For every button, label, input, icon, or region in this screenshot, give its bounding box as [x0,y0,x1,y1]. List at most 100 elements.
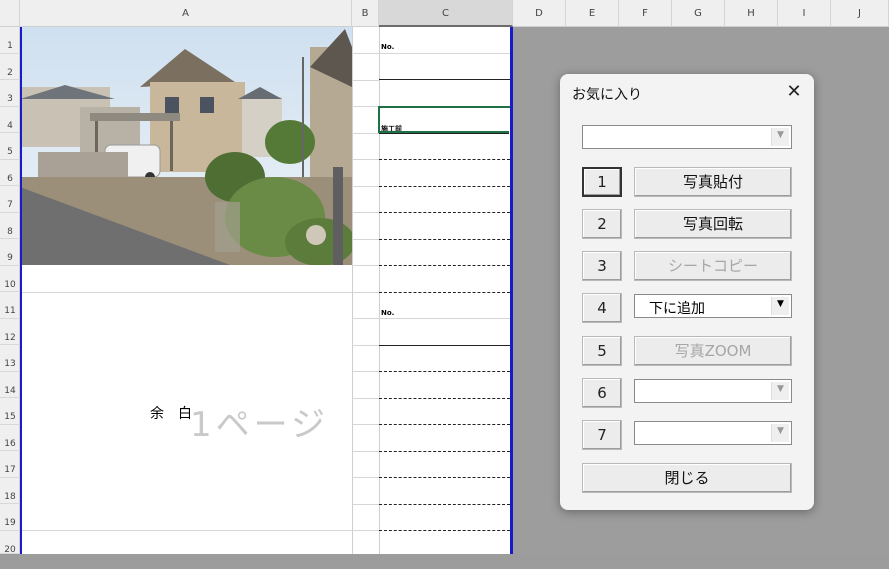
photo-zoom-button[interactable]: 写真ZOOM [634,336,792,366]
grid-line [352,451,379,452]
row-header[interactable]: 5 [0,133,20,160]
row-label: 9 [7,253,13,263]
column-label: D [535,8,543,19]
close-icon[interactable]: ✕ [782,80,806,104]
column-header-g[interactable]: G [672,0,725,27]
row-header[interactable]: 2 [0,54,20,80]
column-label: I [802,8,806,19]
chevron-down-icon[interactable]: ▼ [771,297,789,315]
row-header[interactable]: 18 [0,478,20,504]
dotted-line [379,530,510,531]
column-label: B [361,8,369,19]
slot-6-button[interactable]: 6 [582,378,622,408]
close-button[interactable]: 閉じる [582,463,792,493]
slot-5-button[interactable]: 5 [582,336,622,366]
row-label: 20 [4,544,16,555]
rotate-photo-button[interactable]: 写真回転 [634,209,792,239]
column-header-f[interactable]: F [619,0,672,27]
grid-line [20,530,352,531]
page-border [20,27,22,554]
column-header-bar: A B C D E F G H I J [0,0,889,27]
column-header-c[interactable]: C [379,0,513,27]
grid-line [352,424,379,425]
row-header[interactable]: 16 [0,425,20,451]
row-header[interactable]: 13 [0,345,20,372]
selected-cell-c4[interactable] [378,106,512,133]
grid-line [20,292,352,293]
slot-3-button[interactable]: 3 [582,251,622,281]
slot-7-button[interactable]: 7 [582,420,622,450]
rule-line [379,79,510,80]
grid-line [352,504,379,505]
row-header[interactable]: 1 [0,27,20,54]
sheet-copy-button[interactable]: シートコピー [634,251,792,281]
row-header[interactable]: 6 [0,160,20,186]
row-header[interactable]: 15 [0,398,20,425]
row-header[interactable]: 10 [0,266,20,292]
paste-photo-button[interactable]: 写真貼付 [634,167,792,197]
grid-line [379,53,510,54]
worksheet-grid[interactable]: No. 施工前 No. 余 白 1ページ [20,27,513,554]
select-all-corner[interactable] [0,0,20,27]
chevron-down-icon[interactable]: ▼ [771,128,789,146]
site-photo[interactable] [20,27,352,265]
row-header[interactable]: 14 [0,372,20,398]
add-below-combo[interactable]: 下に追加 ▼ [634,294,792,318]
row-label: 18 [4,491,16,502]
row-header[interactable]: 12 [0,319,20,345]
slot-6-combo[interactable]: ▼ [634,379,792,403]
slot-7-combo[interactable]: ▼ [634,421,792,445]
dotted-line [379,398,510,399]
slot-2-button[interactable]: 2 [582,209,622,239]
row-label: 3 [7,94,13,104]
row-header[interactable]: 20 [0,531,20,555]
grid-line [352,292,379,293]
grid-line [379,318,510,319]
favorite-select-combo[interactable]: ▼ [582,125,792,149]
chevron-down-icon[interactable]: ▼ [771,424,789,442]
grid-line [352,530,379,531]
dialog-title: お気に入り [572,87,642,103]
column-label: G [694,8,702,19]
column-header-a[interactable]: A [20,0,352,27]
row-label: 2 [7,67,13,78]
grid-line [352,106,379,107]
column-header-e[interactable]: E [566,0,619,27]
dotted-line [379,159,510,160]
dotted-line [379,186,510,187]
row-header[interactable]: 9 [0,239,20,266]
grid-line [352,265,379,266]
page-watermark: 1ページ [190,405,329,445]
grid-line [352,212,379,213]
row-label: 14 [4,385,16,396]
slot-1-button[interactable]: 1 [582,167,622,197]
dotted-line [379,371,510,372]
label-no: No. [381,43,395,51]
column-header-d[interactable]: D [513,0,566,27]
dotted-line [379,451,510,452]
row-header[interactable]: 8 [0,213,20,239]
column-header-i[interactable]: I [778,0,831,27]
dotted-line [379,292,510,293]
row-label: 8 [7,226,13,237]
row-header[interactable]: 19 [0,504,20,531]
row-header[interactable]: 4 [0,107,20,133]
favorites-dialog: お気に入り ✕ ▼ 1 写真貼付 2 写真回転 3 シートコピー 4 下に追加 … [560,74,814,510]
column-header-j[interactable]: J [831,0,889,27]
combo-value: 下に追加 [649,301,705,317]
row-header[interactable]: 3 [0,80,20,107]
row-header-bar: 1 2 3 4 5 6 7 8 9 10 11 12 13 14 15 16 1… [0,27,20,555]
column-header-h[interactable]: H [725,0,778,27]
row-header[interactable]: 7 [0,186,20,213]
slot-4-button[interactable]: 4 [582,293,622,323]
label-no: No. [381,309,395,317]
rule-line [379,133,510,134]
row-header[interactable]: 11 [0,292,20,319]
column-header-b[interactable]: B [352,0,379,27]
row-label: 17 [4,465,16,475]
grid-line [352,53,379,54]
column-label: C [442,8,449,19]
grid-line [352,186,379,187]
chevron-down-icon[interactable]: ▼ [771,382,789,400]
row-header[interactable]: 17 [0,451,20,478]
